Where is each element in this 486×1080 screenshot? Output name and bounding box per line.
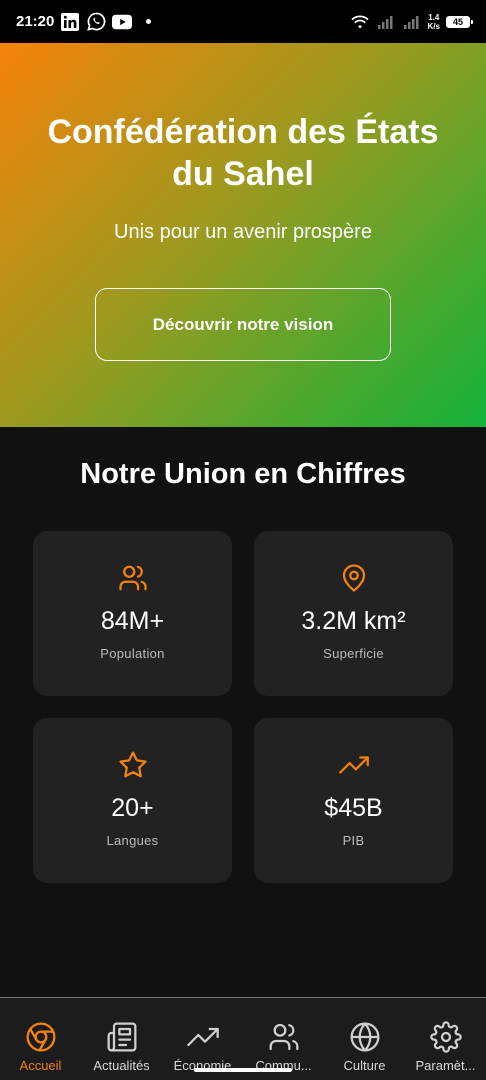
nav-item-news[interactable]: Actualités — [81, 998, 162, 1073]
status-bar: 21:20 1.4 K/s 45 — [0, 0, 486, 43]
nav-item-economy[interactable]: Économie — [162, 998, 243, 1073]
status-right: 1.4 K/s 45 — [350, 12, 473, 32]
nav-item-home[interactable]: Accueil — [0, 998, 81, 1073]
nav-label: Accueil — [19, 1058, 62, 1073]
notification-dot — [146, 19, 152, 24]
nav-item-community[interactable]: Commu... — [243, 998, 324, 1073]
chrome-icon — [24, 1020, 58, 1054]
stat-card-population: 84M+ Population — [33, 531, 232, 696]
hero-title: Confédération des États du Sahel — [47, 113, 439, 193]
stat-value: $45B — [324, 794, 383, 822]
net-speed-unit: K/s — [427, 21, 440, 31]
stat-value: 20+ — [111, 794, 154, 822]
newspaper-icon — [105, 1020, 139, 1054]
users-icon — [118, 565, 147, 591]
hero-banner: Confédération des États du Sahel Unis po… — [0, 43, 486, 427]
star-icon — [118, 751, 147, 778]
status-left: 21:20 — [16, 12, 152, 32]
stats-title: Notre Union en Chiffres — [80, 458, 406, 490]
trending-up-icon — [338, 756, 369, 774]
signal-icon — [402, 12, 422, 32]
trending-up-icon — [186, 1020, 220, 1054]
hero-subtitle: Unis pour un avenir prospère — [114, 221, 372, 243]
net-speed-value: 1.4 — [428, 12, 440, 22]
stat-value: 3.2M km² — [301, 607, 406, 635]
stat-label: Population — [100, 646, 165, 661]
nav-label: Actualités — [93, 1058, 150, 1073]
stat-label: Langues — [106, 833, 159, 848]
wifi-icon — [350, 12, 370, 32]
stat-card-area: 3.2M km² Superficie — [254, 531, 453, 696]
youtube-icon — [112, 12, 133, 32]
users-icon — [267, 1020, 301, 1054]
stat-card-gdp: $45B PIB — [254, 718, 453, 883]
nav-label: Paramèt... — [415, 1058, 476, 1073]
globe-icon — [348, 1020, 382, 1054]
signal-icon — [376, 12, 396, 32]
stat-card-languages: 20+ Langues — [33, 718, 232, 883]
net-speed: 1.4 K/s — [428, 13, 440, 31]
stat-label: Superficie — [323, 646, 384, 661]
status-time: 21:20 — [16, 13, 55, 30]
battery-icon: 45 — [446, 15, 473, 28]
discover-vision-button[interactable]: Découvrir notre vision — [95, 288, 391, 361]
whatsapp-icon — [86, 12, 106, 32]
home-indicator[interactable] — [194, 1068, 292, 1072]
nav-item-culture[interactable]: Culture — [324, 998, 405, 1073]
nav-label: Culture — [343, 1058, 386, 1073]
stat-value: 84M+ — [100, 607, 165, 635]
nav-item-settings[interactable]: Paramèt... — [405, 998, 486, 1073]
stat-label: PIB — [342, 833, 365, 848]
linkedin-icon — [60, 12, 80, 32]
map-pin-icon — [342, 564, 365, 592]
settings-icon — [429, 1020, 463, 1054]
